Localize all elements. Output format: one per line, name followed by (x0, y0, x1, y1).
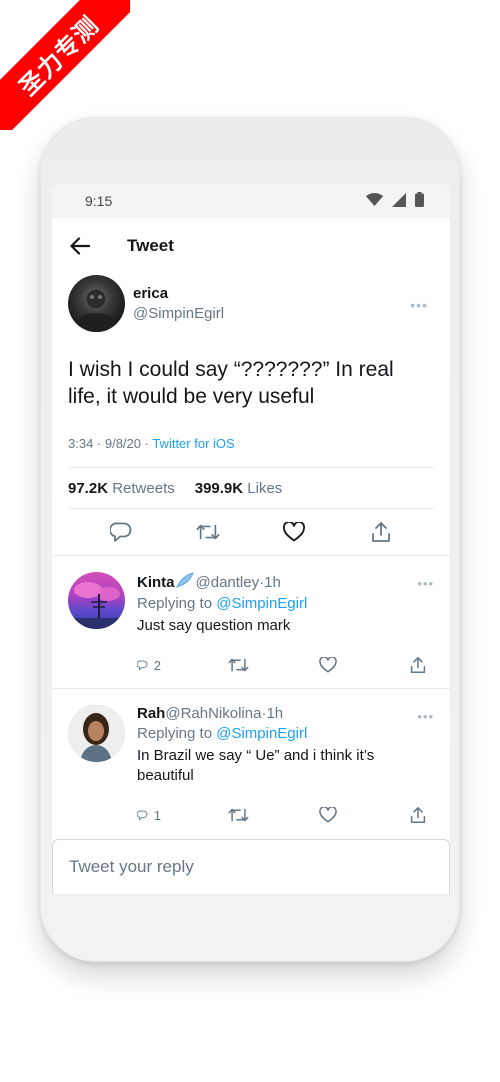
reply-placeholder: Tweet your reply (69, 857, 194, 876)
status-icons (366, 192, 424, 210)
more-options-icon[interactable]: ••• (410, 297, 428, 313)
avatar-photo-icon (68, 582, 125, 629)
reply-icon[interactable] (109, 520, 133, 544)
phone-frame: 9:15 Tweet erica @SimpinEgirl ••• I wish… (40, 117, 460, 962)
app-canvas: 圣力专测 9:15 Tweet erica @SimpinEgirl ••• I… (0, 0, 500, 1082)
retweet-icon[interactable] (228, 657, 252, 673)
reply-item[interactable]: Kinta @dantley · 1h ••• Replying to @Sim… (52, 555, 450, 680)
replying-to: Replying to @SimpinEgirl (137, 595, 434, 612)
battery-icon (415, 192, 424, 210)
author-handle[interactable]: @SimpinEgirl (133, 305, 224, 322)
reply-actions: 1 (137, 800, 434, 830)
likes-stat[interactable]: 399.9K Likes (195, 480, 283, 497)
reply-action[interactable]: 1 (137, 807, 161, 824)
back-arrow-icon[interactable] (70, 234, 94, 258)
like-heart-icon[interactable] (282, 520, 306, 544)
reply-header: Rah @RahNikolina · 1h (137, 705, 434, 722)
reply-count: 1 (153, 807, 161, 823)
retweet-icon[interactable] (196, 520, 220, 544)
avatar[interactable] (68, 705, 125, 762)
reply-compose-input[interactable]: Tweet your reply (52, 839, 450, 894)
page-title: Tweet (127, 236, 174, 255)
avatar-photo-icon (76, 288, 116, 332)
reply-text: In Brazil we say “ Ue” and i think it’s … (137, 747, 375, 784)
reply-time: 1h (266, 705, 284, 722)
tweet-author-row: erica @SimpinEgirl ••• (68, 275, 434, 332)
signal-icon (392, 192, 406, 210)
more-options-icon[interactable]: ••• (417, 709, 434, 724)
tweet-timestamp: 3:34 · 9/8/20 · (68, 436, 153, 451)
replying-to-link[interactable]: @SimpinEgirl (216, 725, 307, 742)
share-icon[interactable] (410, 656, 434, 674)
status-bar: 9:15 (52, 184, 450, 218)
replying-to-link[interactable]: @SimpinEgirl (216, 595, 307, 612)
replying-prefix: Replying to (137, 725, 217, 742)
like-heart-icon[interactable] (319, 657, 343, 673)
phone-screen: 9:15 Tweet erica @SimpinEgirl ••• I wish… (52, 184, 450, 894)
feather-emoji-icon (175, 572, 194, 592)
like-heart-icon[interactable] (319, 807, 343, 823)
status-time: 9:15 (85, 193, 113, 209)
replying-to: Replying to @SimpinEgirl (137, 725, 434, 742)
avatar[interactable] (68, 572, 125, 629)
corner-ribbon: 圣力专测 (0, 0, 130, 130)
tweet-stats: 97.2K Retweets 399.9K Likes (68, 467, 434, 509)
reply-text: Just say question mark (137, 617, 291, 634)
avatar-photo-icon (68, 705, 125, 762)
reply-count: 2 (153, 657, 161, 673)
reply-actions: 2 (137, 650, 434, 680)
retweet-icon[interactable] (228, 807, 252, 823)
reply-icon (137, 660, 148, 670)
author-name[interactable]: erica (133, 285, 224, 302)
share-icon[interactable] (410, 806, 434, 824)
reply-action[interactable]: 2 (137, 657, 161, 674)
tweet-meta: 3:34 · 9/8/20 · Twitter for iOS (68, 436, 434, 451)
ribbon-label: 圣力专测 (0, 0, 130, 130)
reply-author-name[interactable]: Kinta (137, 574, 175, 591)
retweets-stat[interactable]: 97.2K Retweets (68, 480, 175, 497)
retweets-count: 97.2K (68, 479, 109, 497)
likes-count: 399.9K (194, 479, 244, 497)
reply-author-handle[interactable]: @dantley (196, 574, 260, 591)
avatar[interactable] (68, 275, 125, 332)
likes-label: Likes (247, 479, 283, 497)
more-options-icon[interactable]: ••• (417, 576, 434, 591)
reply-author-handle[interactable]: @RahNikolina (165, 705, 261, 722)
reply-icon (137, 810, 148, 820)
tweet-source-link[interactable]: Twitter for iOS (152, 436, 234, 451)
reply-header: Kinta @dantley · 1h (137, 572, 434, 592)
tweet-actions (68, 509, 434, 555)
reply-item[interactable]: Rah @RahNikolina · 1h ••• Replying to @S… (52, 688, 450, 830)
main-tweet: erica @SimpinEgirl ••• I wish I could sa… (52, 275, 450, 555)
tweet-text: I wish I could say “???????” In real lif… (68, 358, 394, 408)
top-nav: Tweet (52, 218, 450, 274)
wifi-icon (366, 193, 383, 209)
retweets-label: Retweets (112, 479, 175, 497)
reply-time: 1h (264, 573, 281, 591)
share-icon[interactable] (369, 520, 393, 544)
reply-author-name[interactable]: Rah (137, 705, 165, 722)
replying-prefix: Replying to (137, 595, 217, 612)
